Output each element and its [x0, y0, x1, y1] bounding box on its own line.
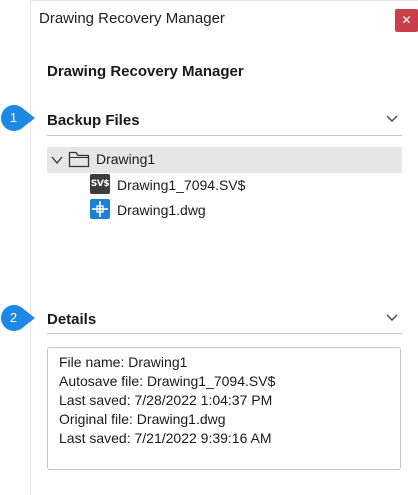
- callout-badge-1: 1: [1, 105, 35, 131]
- tree-folder-row[interactable]: Drawing1: [47, 147, 402, 173]
- tree-file-label: Drawing1.dwg: [117, 202, 206, 218]
- dwg-file-icon: [90, 199, 110, 219]
- backup-files-divider: [47, 135, 402, 136]
- details-title: Details: [47, 311, 97, 328]
- panel-title: Drawing Recovery Manager: [47, 63, 244, 80]
- tree-file-row[interactable]: Drawing1.dwg: [47, 198, 402, 224]
- backup-files-title: Backup Files: [47, 112, 140, 129]
- chevron-down-icon[interactable]: [386, 311, 398, 323]
- details-divider: [47, 333, 402, 334]
- tree-file-row[interactable]: SV$ Drawing1_7094.SV$: [47, 173, 402, 199]
- folder-icon: [68, 151, 90, 168]
- close-icon: ✕: [401, 13, 412, 27]
- details-original-file: Original file: Drawing1.dwg: [59, 411, 226, 427]
- details-autosave-last-saved: Last saved: 7/28/2022 1:04:37 PM: [59, 392, 273, 408]
- window-left-border: [30, 0, 31, 495]
- chevron-down-icon[interactable]: [50, 153, 64, 167]
- window-top-border: [30, 0, 418, 1]
- details-autosave-file: Autosave file: Drawing1_7094.SV$: [59, 373, 276, 389]
- tree-folder-label: Drawing1: [96, 151, 156, 167]
- window-title: Drawing Recovery Manager: [39, 10, 225, 27]
- callout-badge-2: 2: [1, 305, 35, 331]
- callout-number: 2: [9, 310, 18, 325]
- chevron-down-icon[interactable]: [386, 112, 398, 124]
- sv-file-icon: SV$: [90, 174, 110, 194]
- details-section-header[interactable]: Details: [47, 305, 402, 333]
- backup-files-section-header[interactable]: Backup Files: [47, 106, 402, 134]
- details-original-last-saved: Last saved: 7/21/2022 9:39:16 AM: [59, 430, 272, 446]
- callout-number: 1: [9, 110, 18, 125]
- close-button[interactable]: ✕: [395, 9, 418, 32]
- tree-file-label: Drawing1_7094.SV$: [117, 177, 246, 193]
- details-file-name: File name: Drawing1: [59, 354, 188, 370]
- details-text-box: File name: Drawing1 Autosave file: Drawi…: [47, 347, 401, 470]
